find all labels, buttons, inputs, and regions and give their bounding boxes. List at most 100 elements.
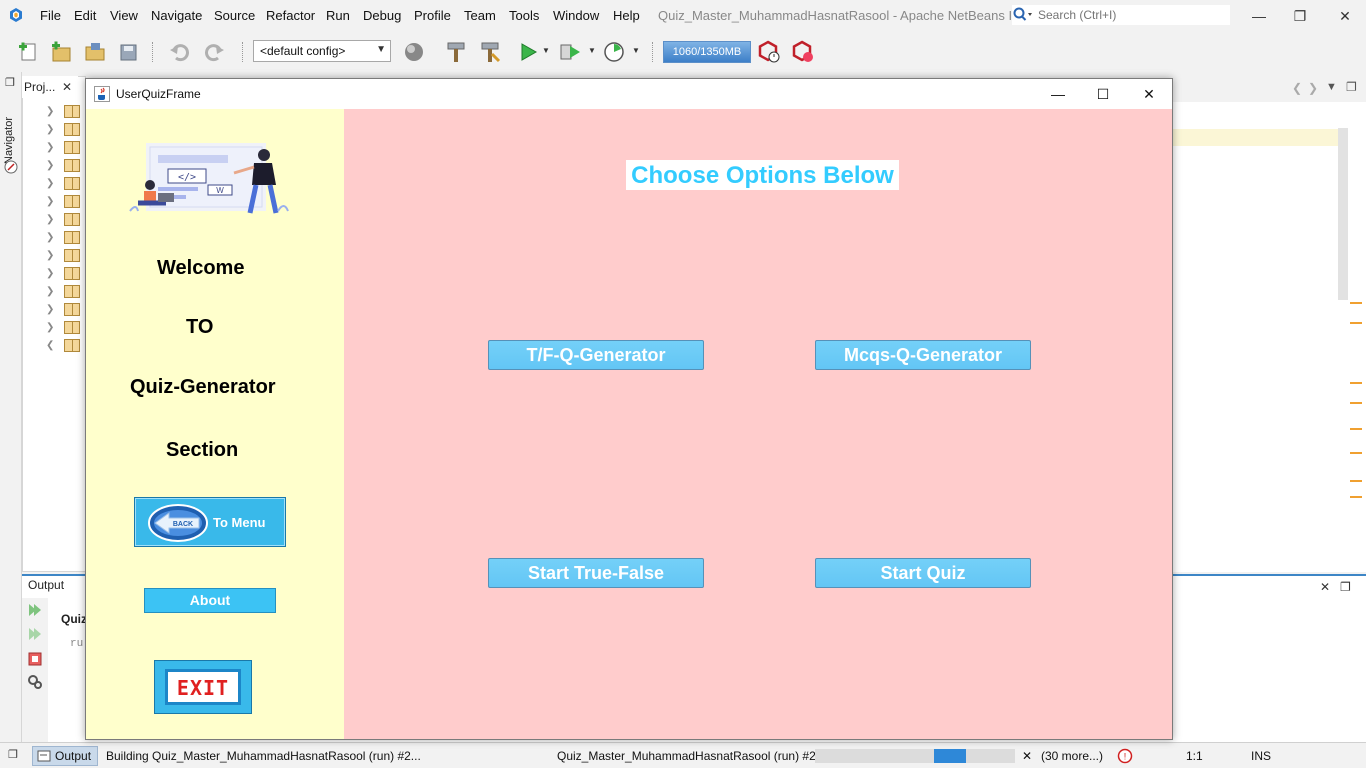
chevron-right-icon[interactable]: ❯	[1308, 81, 1318, 95]
menu-debug[interactable]: Debug	[363, 8, 401, 23]
close-icon[interactable]: ✕	[62, 80, 72, 94]
close-icon[interactable]: ✕	[1320, 580, 1330, 594]
debug-dropdown-icon[interactable]: ▼	[588, 46, 596, 55]
menu-team[interactable]: Team	[464, 8, 496, 23]
ide-close-button[interactable]: ✕	[1337, 8, 1353, 24]
frame-maximize-button[interactable]: ☐	[1088, 84, 1118, 104]
menu-run[interactable]: Run	[326, 8, 350, 23]
package-icon	[64, 249, 80, 262]
about-button[interactable]: About	[144, 588, 276, 613]
error-stripe-mark[interactable]	[1350, 382, 1362, 384]
menu-tools[interactable]: Tools	[509, 8, 539, 23]
status-progress-fill	[933, 749, 966, 763]
svg-text:!: !	[1124, 752, 1127, 762]
profiler-snapshot-icon[interactable]	[791, 40, 815, 64]
tree-item[interactable]: ❯	[46, 213, 82, 227]
editor-area	[1172, 76, 1366, 572]
tree-item[interactable]: ❯	[46, 231, 82, 245]
profile-dropdown-icon[interactable]: ▼	[632, 46, 640, 55]
run-dropdown-icon[interactable]: ▼	[542, 46, 550, 55]
notification-icon[interactable]: !	[1117, 748, 1133, 764]
debug-icon[interactable]	[558, 40, 582, 64]
restore-window-icon[interactable]: ❐	[8, 748, 18, 761]
error-stripe-mark[interactable]	[1350, 302, 1362, 304]
frame-close-button[interactable]: ✕	[1134, 84, 1164, 104]
tree-item[interactable]: ❯	[46, 105, 82, 119]
frame-minimize-button[interactable]: —	[1043, 84, 1073, 104]
tree-item[interactable]: ❯	[46, 303, 82, 317]
error-stripe-mark[interactable]	[1350, 496, 1362, 498]
rerun-with-params-icon[interactable]	[27, 626, 43, 642]
undo-icon[interactable]	[168, 40, 192, 64]
settings-icon[interactable]	[27, 674, 43, 690]
tree-item[interactable]: ❯	[46, 177, 82, 191]
tree-item[interactable]: ❯	[46, 267, 82, 281]
tf-generator-button[interactable]: T/F-Q-Generator	[488, 340, 704, 370]
ide-restore-button[interactable]: ❐	[1292, 8, 1308, 24]
editor-scrollbar[interactable]	[1338, 128, 1348, 300]
profile-icon[interactable]	[603, 40, 627, 64]
run-icon[interactable]	[516, 40, 540, 64]
start-quiz-button[interactable]: Start Quiz	[815, 558, 1031, 588]
error-stripe-mark[interactable]	[1350, 480, 1362, 482]
save-all-icon[interactable]	[117, 40, 141, 64]
chevron-down-icon: ▼	[376, 44, 386, 55]
redo-icon[interactable]	[202, 40, 226, 64]
tree-item[interactable]: ❯	[46, 321, 82, 335]
frame-titlebar[interactable]: UserQuizFrame — ☐ ✕	[86, 79, 1172, 109]
back-to-menu-button[interactable]: BACK To Menu	[134, 497, 286, 547]
ide-search-input[interactable]	[1038, 7, 1228, 23]
menu-file[interactable]: File	[40, 8, 61, 23]
cancel-task-icon[interactable]: ✕	[1022, 749, 1032, 763]
menu-window[interactable]: Window	[553, 8, 599, 23]
build-hammer-icon[interactable]	[444, 40, 468, 64]
status-more-tasks[interactable]: (30 more...)	[1041, 749, 1103, 763]
new-file-icon[interactable]	[16, 40, 40, 64]
ide-search[interactable]	[1012, 5, 1230, 25]
menu-source[interactable]: Source	[214, 8, 255, 23]
gc-icon[interactable]	[757, 40, 781, 64]
tree-item[interactable]: ❯	[46, 285, 82, 299]
navigator-tab[interactable]: Navigator	[3, 104, 19, 164]
error-stripe-mark[interactable]	[1350, 428, 1362, 430]
chevron-right-icon: ❯	[46, 304, 55, 315]
status-cursor-position: 1:1	[1186, 749, 1203, 763]
tree-item[interactable]: ❯	[46, 249, 82, 263]
ide-minimize-button[interactable]: —	[1251, 8, 1267, 24]
open-project-icon[interactable]	[83, 40, 107, 64]
error-stripe-mark[interactable]	[1350, 322, 1362, 324]
stop-icon[interactable]	[28, 652, 42, 666]
tree-item[interactable]: ❯	[46, 141, 82, 155]
tree-item[interactable]: ❯	[46, 123, 82, 137]
memory-meter[interactable]: 1060/1350MB	[663, 41, 751, 63]
error-stripe-mark[interactable]	[1350, 452, 1362, 454]
tree-item[interactable]: ❯	[46, 159, 82, 173]
clean-build-icon[interactable]	[478, 40, 502, 64]
rerun-icon[interactable]	[27, 602, 43, 618]
menu-help[interactable]: Help	[613, 8, 640, 23]
mcqs-generator-button[interactable]: Mcqs-Q-Generator	[815, 340, 1031, 370]
tree-item[interactable]: ❮	[46, 339, 82, 353]
exit-button[interactable]: EXIT	[154, 660, 252, 714]
menu-profile[interactable]: Profile	[414, 8, 451, 23]
chevron-left-icon[interactable]: ❮	[1292, 81, 1302, 95]
configuration-select[interactable]: <default config> ▼	[253, 40, 391, 62]
status-building-text[interactable]: Building Quiz_Master_MuhammadHasnatRasoo…	[106, 749, 421, 763]
status-output-button[interactable]: Output	[32, 746, 98, 766]
tree-item[interactable]: ❯	[46, 195, 82, 209]
start-true-false-button[interactable]: Start True-False	[488, 558, 704, 588]
compass-icon	[4, 160, 18, 174]
error-stripe-mark[interactable]	[1350, 402, 1362, 404]
menu-view[interactable]: View	[110, 8, 138, 23]
menu-edit[interactable]: Edit	[74, 8, 96, 23]
globe-icon[interactable]	[402, 40, 426, 64]
welcome-line-2: TO	[186, 316, 214, 338]
restore-window-icon[interactable]: ❐	[1346, 80, 1357, 94]
chevron-down-icon[interactable]: ▼	[1326, 81, 1337, 93]
output-tab[interactable]: Output	[28, 578, 64, 592]
menu-navigate[interactable]: Navigate	[151, 8, 202, 23]
restore-window-icon[interactable]: ❐	[5, 76, 15, 89]
new-project-icon[interactable]	[49, 40, 73, 64]
menu-refactor[interactable]: Refactor	[266, 8, 315, 23]
restore-window-icon[interactable]: ❐	[1340, 580, 1351, 594]
